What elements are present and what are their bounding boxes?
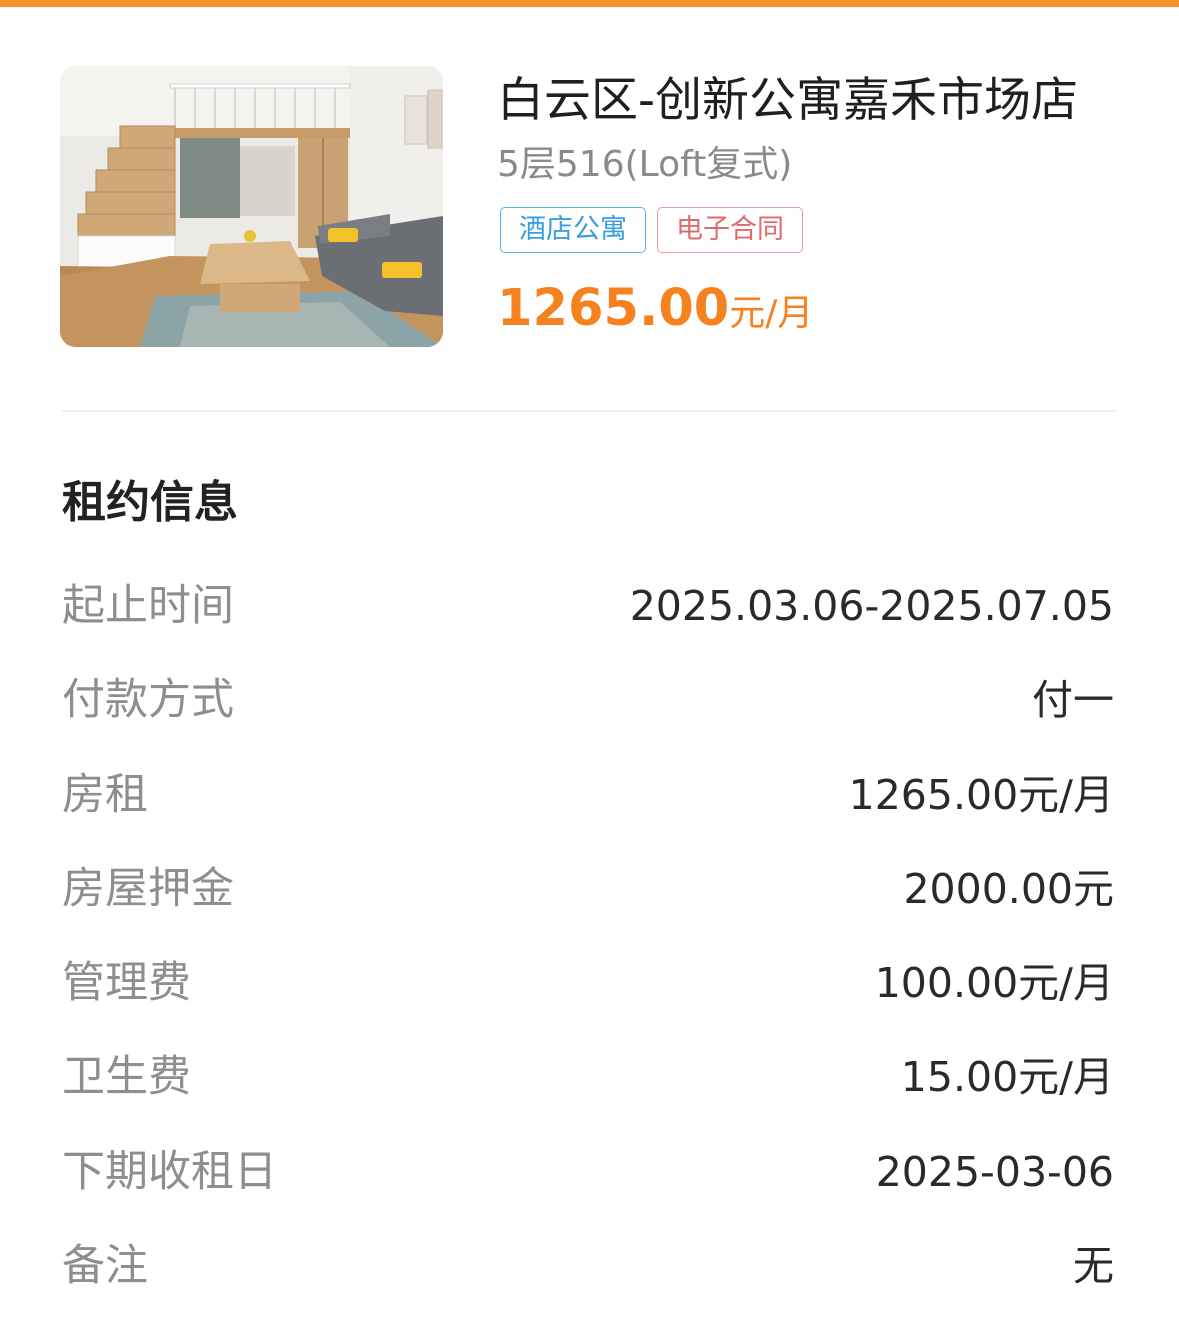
- row-label: 起止时间: [62, 581, 234, 631]
- row-label: 房租: [62, 769, 148, 820]
- lease-info-list: 起止时间 2025.03.06-2025.07.05 付款方式 付一 房租 12…: [62, 558, 1114, 1312]
- row-label: 房屋押金: [62, 863, 234, 914]
- room-description: 5层516(Loft复式): [497, 144, 793, 185]
- tag-e-contract: 电子合同: [657, 207, 803, 253]
- row-rent: 房租 1265.00元/月: [62, 747, 1114, 841]
- row-value: 付一: [1032, 676, 1114, 725]
- row-label: 下期收租日: [62, 1146, 277, 1197]
- row-next-rent-date: 下期收租日 2025-03-06: [62, 1124, 1114, 1218]
- row-value: 15.00元/月: [900, 1053, 1114, 1102]
- room-photo[interactable]: [60, 66, 443, 347]
- price-unit: 元/月: [729, 293, 814, 334]
- row-lease-period: 起止时间 2025.03.06-2025.07.05: [62, 558, 1114, 652]
- row-value: 1265.00元/月: [848, 770, 1114, 819]
- row-label: 管理费: [62, 958, 191, 1009]
- row-label: 卫生费: [62, 1052, 191, 1103]
- listing-title: 白云区-创新公寓嘉禾市场店: [497, 73, 1078, 128]
- listing-card[interactable]: 白云区-创新公寓嘉禾市场店 5层516(Loft复式) 酒店公寓 电子合同 12…: [60, 66, 1120, 348]
- tag-list: 酒店公寓 电子合同: [500, 207, 803, 255]
- row-value: 无: [1073, 1242, 1114, 1291]
- top-accent-bar: [0, 0, 1179, 7]
- row-value: 2000.00元: [903, 864, 1114, 913]
- row-value: 2025-03-06: [875, 1147, 1114, 1196]
- row-payment-method: 付款方式 付一: [62, 652, 1114, 746]
- row-sanitation-fee: 卫生费 15.00元/月: [62, 1029, 1114, 1123]
- row-value: 2025.03.06-2025.07.05: [629, 582, 1114, 630]
- row-deposit: 房屋押金 2000.00元: [62, 841, 1114, 935]
- row-label: 付款方式: [62, 675, 234, 726]
- row-label: 备注: [62, 1241, 148, 1292]
- tag-hotel-apartment: 酒店公寓: [500, 207, 646, 253]
- price: 1265.00元/月: [497, 278, 813, 340]
- row-management-fee: 管理费 100.00元/月: [62, 935, 1114, 1029]
- row-remarks: 备注 无: [62, 1218, 1114, 1312]
- price-value: 1265.00: [497, 279, 730, 338]
- section-title-lease-info: 租约信息: [62, 477, 238, 528]
- divider: [62, 410, 1116, 412]
- row-value: 100.00元/月: [874, 959, 1114, 1008]
